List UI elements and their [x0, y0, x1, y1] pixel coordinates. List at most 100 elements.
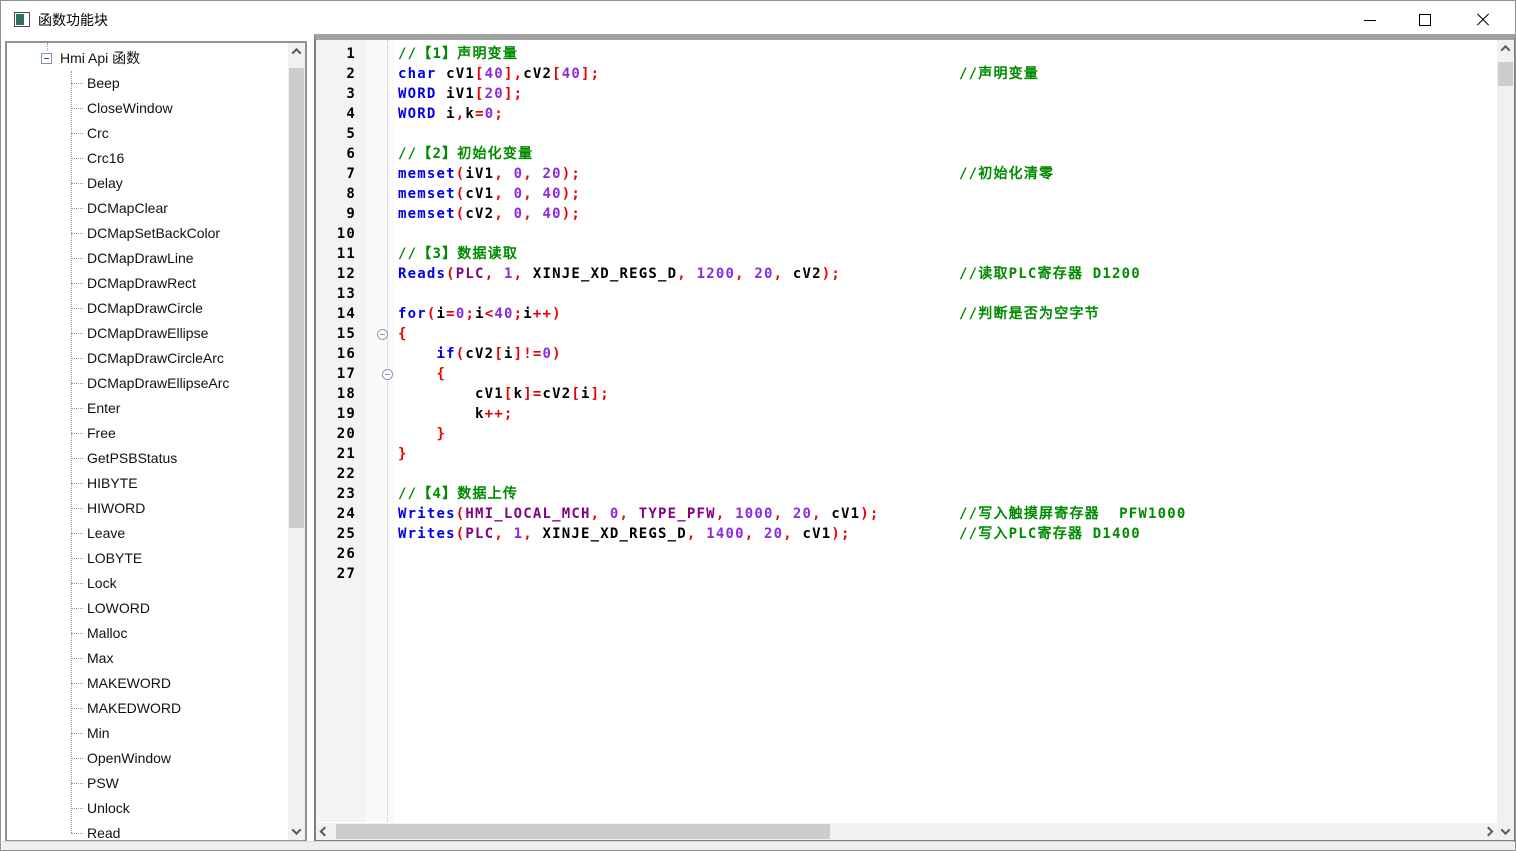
sidebar-item-getpsbstatus[interactable]: GetPSBStatus: [7, 446, 287, 471]
sidebar-item-dcmapdrawrect[interactable]: DCMapDrawRect: [7, 271, 287, 296]
code-token: }: [398, 446, 408, 462]
sidebar-item-dcmapclear[interactable]: DCMapClear: [7, 196, 287, 221]
sidebar-item-makedword[interactable]: MAKEDWORD: [7, 696, 287, 721]
sidebar-item-leave[interactable]: Leave: [7, 521, 287, 546]
code-text: char cV1[40],cV2[40];//声明变量: [398, 64, 1497, 84]
sidebar-item-max[interactable]: Max: [7, 646, 287, 671]
code-line[interactable]: 11//【3】数据读取: [316, 244, 1497, 264]
inline-comment: //判断是否为空字节: [959, 304, 1100, 324]
code-token: //【1】声明变量: [398, 46, 518, 62]
code-line[interactable]: 19 k++;: [316, 404, 1497, 424]
sidebar-item-crc16[interactable]: Crc16: [7, 146, 287, 171]
code-line[interactable]: 23//【4】数据上传: [316, 484, 1497, 504]
sidebar-item-dcmapdrawcircle[interactable]: DCMapDrawCircle: [7, 296, 287, 321]
code-line[interactable]: 10: [316, 224, 1497, 244]
code-line[interactable]: 8memset(cV1, 0, 40);: [316, 184, 1497, 204]
code-token: (: [456, 346, 466, 362]
code-line[interactable]: 22: [316, 464, 1497, 484]
code-line[interactable]: 17 {: [316, 364, 1497, 384]
sidebar-item-unlock[interactable]: Unlock: [7, 796, 287, 821]
code-line[interactable]: 13: [316, 284, 1497, 304]
tree-item-label: Crc: [87, 121, 109, 146]
scroll-up-button[interactable]: [1497, 40, 1514, 57]
tree-item-label: Read: [87, 821, 120, 840]
sidebar-item-crc[interactable]: Crc: [7, 121, 287, 146]
code-line[interactable]: 6//【2】初始化变量: [316, 144, 1497, 164]
code-line[interactable]: 2char cV1[40],cV2[40];//声明变量: [316, 64, 1497, 84]
code-line[interactable]: 3WORD iV1[20];: [316, 84, 1497, 104]
sidebar-item-dcmapsetbackcolor[interactable]: DCMapSetBackColor: [7, 221, 287, 246]
sidebar-item-dcmapdrawellipsearc[interactable]: DCMapDrawEllipseArc: [7, 371, 287, 396]
scroll-left-button[interactable]: [316, 823, 333, 840]
sidebar-item-loword[interactable]: LOWORD: [7, 596, 287, 621]
sidebar-item-dcmapdrawline[interactable]: DCMapDrawLine: [7, 246, 287, 271]
tree-item-label: Free: [87, 421, 116, 446]
code-token: [398, 366, 437, 382]
sidebar-item-hibyte[interactable]: HIBYTE: [7, 471, 287, 496]
code-line[interactable]: 14for(i=0;i<40;i++)//判断是否为空字节: [316, 304, 1497, 324]
code-line[interactable]: 25Writes(PLC, 1, XINJE_XD_REGS_D, 1400, …: [316, 524, 1497, 544]
code-line[interactable]: 18 cV1[k]=cV2[i];: [316, 384, 1497, 404]
scroll-right-button[interactable]: [1480, 823, 1497, 840]
code-token: ,: [485, 266, 504, 282]
sidebar-item-delay[interactable]: Delay: [7, 171, 287, 196]
tree-connector: [71, 758, 83, 759]
editor-vertical-scrollbar[interactable]: [1497, 40, 1514, 840]
code-text: }: [398, 444, 1497, 464]
code-line[interactable]: 26: [316, 544, 1497, 564]
sidebar-item-openwindow[interactable]: OpenWindow: [7, 746, 287, 771]
scroll-down-button[interactable]: [288, 823, 305, 840]
code-line[interactable]: 21}: [316, 444, 1497, 464]
editor-horizontal-scrollbar[interactable]: [316, 823, 1497, 840]
scroll-down-button[interactable]: [1497, 823, 1514, 840]
code-text: if(cV2[i]!=0): [398, 344, 1497, 364]
code-token: [: [475, 86, 485, 102]
code-line[interactable]: 1//【1】声明变量: [316, 44, 1497, 64]
sidebar-item-min[interactable]: Min: [7, 721, 287, 746]
code-line[interactable]: 15{: [316, 324, 1497, 344]
sidebar-item-beep[interactable]: Beep: [7, 71, 287, 96]
sidebar-item-lock[interactable]: Lock: [7, 571, 287, 596]
sidebar-item-malloc[interactable]: Malloc: [7, 621, 287, 646]
tree-root-hmi-api[interactable]: Hmi Api 函数: [7, 46, 287, 71]
sidebar-item-psw[interactable]: PSW: [7, 771, 287, 796]
tree-scrollbar[interactable]: [288, 43, 305, 840]
tree-item-label: MAKEWORD: [87, 671, 171, 696]
code-line[interactable]: 12Reads(PLC, 1, XINJE_XD_REGS_D, 1200, 2…: [316, 264, 1497, 284]
code-line[interactable]: 4WORD i,k=0;: [316, 104, 1497, 124]
sidebar-item-read[interactable]: Read: [7, 821, 287, 840]
tree-scroll-thumb[interactable]: [289, 68, 304, 528]
code-token: //【4】数据上传: [398, 486, 518, 502]
fold-collapse-icon[interactable]: [382, 369, 393, 380]
code-line[interactable]: 5: [316, 124, 1497, 144]
collapse-minus-icon[interactable]: [41, 53, 52, 64]
tree-item-label: Malloc: [87, 621, 127, 646]
fold-collapse-icon[interactable]: [377, 329, 388, 340]
line-number: 13: [316, 284, 356, 304]
sidebar-item-free[interactable]: Free: [7, 421, 287, 446]
tree-connector: [71, 733, 83, 734]
code-line[interactable]: 7memset(iV1, 0, 20);//初始化清零: [316, 164, 1497, 184]
code-token: iV1: [437, 86, 476, 102]
sidebar-item-makeword[interactable]: MAKEWORD: [7, 671, 287, 696]
editor-vscroll-thumb[interactable]: [1498, 62, 1513, 86]
code-line[interactable]: 16 if(cV2[i]!=0): [316, 344, 1497, 364]
code-line[interactable]: 24Writes(HMI_LOCAL_MCH, 0, TYPE_PFW, 100…: [316, 504, 1497, 524]
code-line[interactable]: 27: [316, 564, 1497, 584]
sidebar-item-dcmapdrawcirclearc[interactable]: DCMapDrawCircleArc: [7, 346, 287, 371]
code-text: {: [398, 324, 1497, 344]
sidebar-item-dcmapdrawellipse[interactable]: DCMapDrawEllipse: [7, 321, 287, 346]
code-token: i: [581, 386, 591, 402]
sidebar-item-enter[interactable]: Enter: [7, 396, 287, 421]
tree-connector: [71, 458, 83, 459]
tree-item-label: MAKEDWORD: [87, 696, 181, 721]
code-line[interactable]: 20 }: [316, 424, 1497, 444]
code-editor[interactable]: 1//【1】声明变量2char cV1[40],cV2[40];//声明变量3W…: [316, 40, 1497, 840]
code-line[interactable]: 9memset(cV2, 0, 40);: [316, 204, 1497, 224]
editor-hscroll-thumb[interactable]: [336, 824, 830, 839]
code-token: (: [456, 186, 466, 202]
sidebar-item-closewindow[interactable]: CloseWindow: [7, 96, 287, 121]
sidebar-item-lobyte[interactable]: LOBYTE: [7, 546, 287, 571]
sidebar-item-hiword[interactable]: HIWORD: [7, 496, 287, 521]
scroll-up-button[interactable]: [288, 43, 305, 60]
